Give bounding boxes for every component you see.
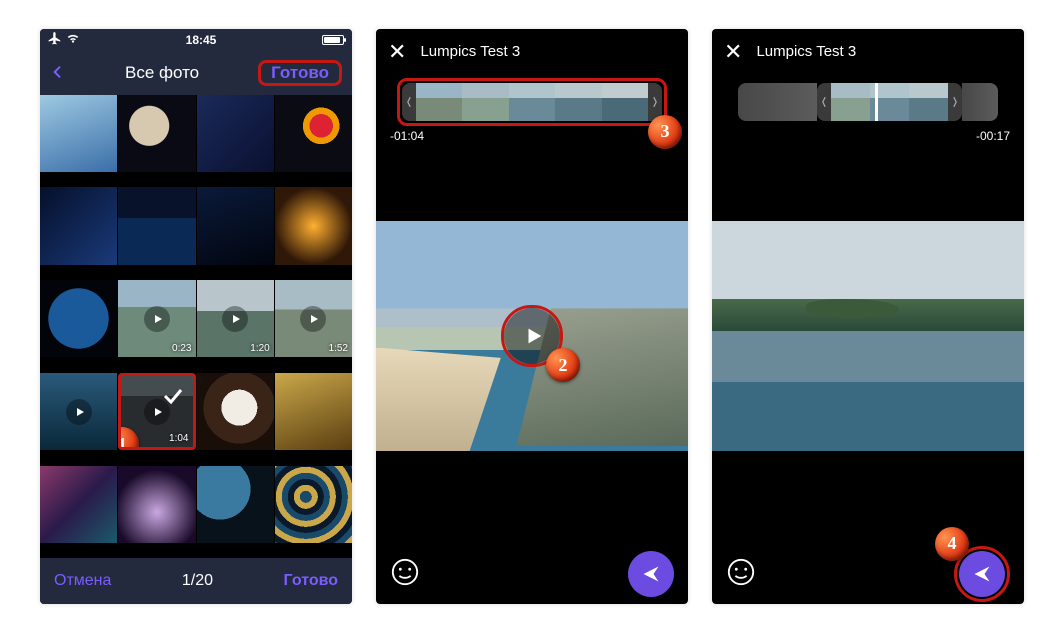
video-frame[interactable]: 2 <box>376 221 688 451</box>
grid-item[interactable] <box>118 95 195 172</box>
step-badge-3: 3 <box>648 115 682 149</box>
grid-item-video[interactable]: 1:52 <box>275 280 352 357</box>
screen-video-trimmed: ✕ Lumpics Test 3 -00:17 <box>712 29 1024 604</box>
video-area <box>712 129 1024 544</box>
grid-item[interactable] <box>275 466 352 543</box>
play-icon <box>144 306 170 332</box>
grid-item[interactable] <box>40 95 117 172</box>
play-icon <box>144 399 170 425</box>
trim-area <box>712 75 1024 129</box>
sticker-button[interactable] <box>390 557 424 591</box>
airplane-icon <box>48 31 62 48</box>
play-icon <box>300 306 326 332</box>
video-duration: 1:04 <box>169 433 188 444</box>
grid-item-video[interactable] <box>40 373 117 450</box>
trim-bar[interactable] <box>402 83 662 121</box>
preview-footer <box>376 544 688 604</box>
grid-item[interactable] <box>197 187 274 264</box>
video-area: 2 <box>376 129 688 544</box>
picker-title: Все фото <box>125 63 199 83</box>
chat-name: Lumpics Test 3 <box>420 43 520 60</box>
grid-item-video-selected[interactable]: 1:04 1 <box>118 373 195 450</box>
playhead[interactable] <box>875 83 878 121</box>
trim-area: 3 <box>376 75 688 129</box>
done-button-top[interactable]: Готово <box>261 59 339 86</box>
back-icon[interactable] <box>50 60 66 86</box>
grid-item-video[interactable]: 1:20 <box>197 280 274 357</box>
sticker-button[interactable] <box>726 557 760 591</box>
trim-handle-left[interactable] <box>817 83 831 121</box>
selection-count: 1/20 <box>182 572 213 590</box>
trim-handle-right[interactable] <box>948 83 962 121</box>
photo-grid[interactable]: 0:23 1:20 1:52 1:04 1 <box>40 95 352 558</box>
grid-item[interactable] <box>118 187 195 264</box>
cancel-button[interactable]: Отмена <box>54 572 111 590</box>
grid-item-video[interactable]: 0:23 <box>118 280 195 357</box>
video-duration: 0:23 <box>172 343 191 354</box>
grid-item[interactable] <box>197 373 274 450</box>
grid-item[interactable] <box>40 280 117 357</box>
status-bar: 18:45 <box>40 29 352 51</box>
send-button[interactable] <box>959 551 1005 597</box>
timecode: -00:17 <box>976 129 1010 143</box>
grid-item[interactable] <box>275 95 352 172</box>
video-frame[interactable] <box>712 221 1024 451</box>
grid-item[interactable] <box>197 95 274 172</box>
close-icon[interactable]: ✕ <box>388 39 406 65</box>
timecode: -01:04 <box>390 129 424 143</box>
trim-bar[interactable] <box>738 83 998 121</box>
grid-item[interactable] <box>40 466 117 543</box>
grid-item[interactable] <box>40 187 117 264</box>
preview-header: ✕ Lumpics Test 3 <box>376 29 688 75</box>
screen-video-preview: ✕ Lumpics Test 3 3 -01:04 <box>376 29 688 604</box>
preview-footer: 4 <box>712 544 1024 604</box>
wifi-icon <box>66 31 80 48</box>
grid-item[interactable] <box>197 466 274 543</box>
video-duration: 1:20 <box>250 343 269 354</box>
play-icon <box>66 399 92 425</box>
chat-name: Lumpics Test 3 <box>756 43 856 60</box>
done-button-bottom[interactable]: Готово <box>284 572 338 590</box>
preview-header: ✕ Lumpics Test 3 <box>712 29 1024 75</box>
play-icon <box>222 306 248 332</box>
video-duration: 1:52 <box>329 343 348 354</box>
screen-photo-picker: 18:45 Все фото Готово <box>40 29 352 604</box>
step-badge-4: 4 <box>935 527 969 561</box>
battery-icon <box>322 35 344 45</box>
bottom-bar: Отмена 1/20 Готово <box>40 558 352 604</box>
close-icon[interactable]: ✕ <box>724 39 742 65</box>
nav-bar: Все фото Готово <box>40 51 352 95</box>
send-button[interactable] <box>628 551 674 597</box>
grid-item[interactable] <box>275 187 352 264</box>
grid-item[interactable] <box>118 466 195 543</box>
status-clock: 18:45 <box>186 33 217 47</box>
step-badge-1: 1 <box>118 427 139 450</box>
grid-item[interactable] <box>275 373 352 450</box>
step-badge-2: 2 <box>546 348 580 382</box>
trim-handle-left[interactable] <box>402 83 416 121</box>
